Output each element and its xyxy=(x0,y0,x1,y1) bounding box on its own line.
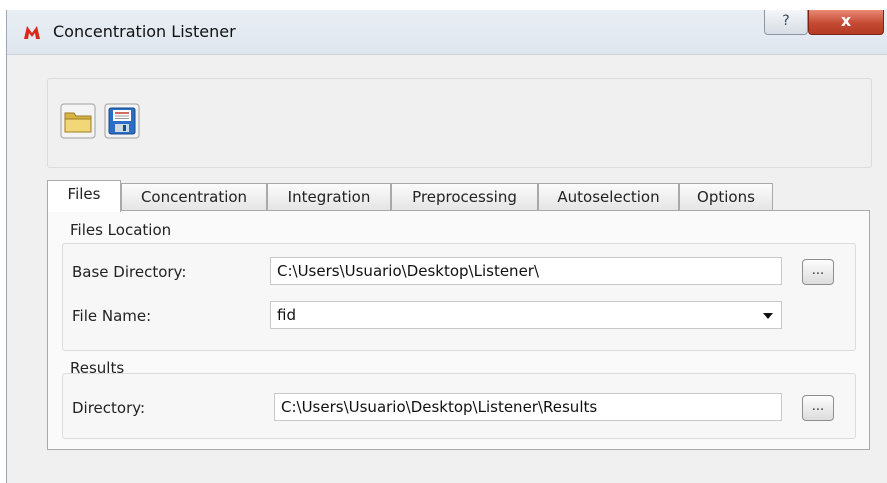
files-tab-panel: Files Location Base Directory: C:\Users\… xyxy=(47,210,870,450)
tab-integration[interactable]: Integration xyxy=(267,183,391,211)
base-directory-browse-button[interactable]: ... xyxy=(802,259,834,285)
base-directory-input[interactable]: C:\Users\Usuario\Desktop\Listener\ xyxy=(270,257,782,285)
tab-autoselection[interactable]: Autoselection xyxy=(538,183,679,211)
save-button[interactable] xyxy=(104,103,140,139)
tab-options[interactable]: Options xyxy=(679,183,773,211)
dropdown-arrow-icon[interactable] xyxy=(763,313,773,319)
base-directory-label: Base Directory: xyxy=(72,263,187,281)
tab-files[interactable]: Files xyxy=(47,180,121,212)
file-name-select[interactable]: fid xyxy=(270,301,782,329)
results-directory-browse-button[interactable]: ... xyxy=(802,395,834,421)
close-button[interactable]: x xyxy=(808,10,884,35)
app-logo-icon xyxy=(24,26,40,39)
window-title: Concentration Listener xyxy=(53,22,236,41)
title-bar[interactable]: Concentration Listener ? x xyxy=(7,10,887,55)
results-directory-input[interactable]: C:\Users\Usuario\Desktop\Listener\Result… xyxy=(274,393,782,421)
file-name-value: fid xyxy=(277,306,296,324)
folder-open-icon xyxy=(60,103,96,139)
tab-preprocessing[interactable]: Preprocessing xyxy=(391,183,538,211)
close-icon: x xyxy=(840,11,852,30)
tab-bar: Files Concentration Integration Preproce… xyxy=(47,180,870,212)
tab-concentration[interactable]: Concentration xyxy=(121,183,267,211)
dialog-window: Concentration Listener ? x Files Concent… xyxy=(6,10,887,483)
toolbar xyxy=(47,78,872,168)
help-button[interactable]: ? xyxy=(764,10,808,35)
open-button[interactable] xyxy=(60,103,96,139)
results-directory-label: Directory: xyxy=(72,399,146,417)
files-location-title: Files Location xyxy=(70,221,172,239)
help-icon: ? xyxy=(782,13,790,29)
save-disk-icon xyxy=(104,103,140,139)
file-name-label: File Name: xyxy=(72,307,152,325)
